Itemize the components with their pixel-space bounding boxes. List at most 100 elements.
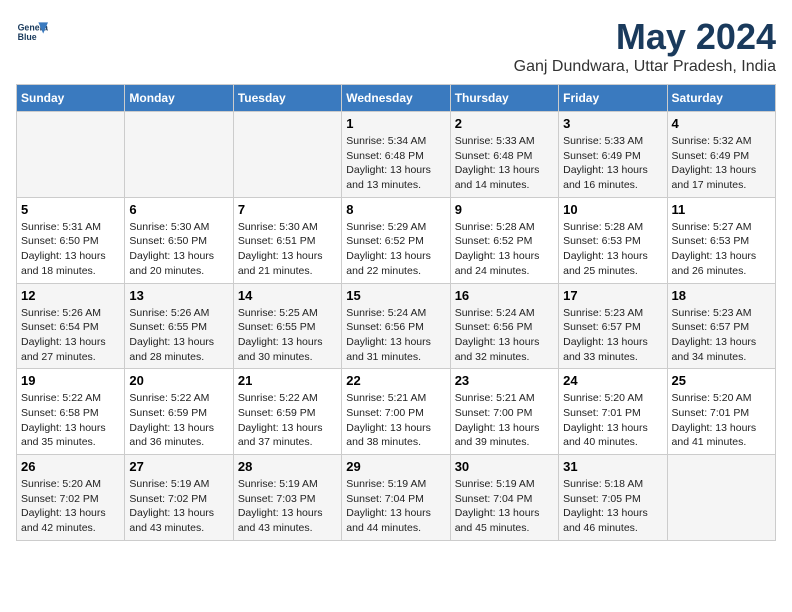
calendar-cell: 7Sunrise: 5:30 AM Sunset: 6:51 PM Daylig… xyxy=(233,197,341,283)
calendar-cell: 11 Sunrise: 5:27 AM Sunset: 6:53 PM Dayli… xyxy=(667,197,775,283)
calendar-week-3: 12 Sunrise: 5:26 AM Sunset: 6:54 PM Dayli… xyxy=(17,283,776,369)
calendar-cell: 25 Sunrise: 5:20 AM Sunset: 7:01 PM Dayli… xyxy=(667,369,775,455)
day-info: Sunrise: 5:23 AM Sunset: 6:57 PM Dayligh… xyxy=(563,306,662,365)
calendar-cell: 10 Sunrise: 5:28 AM Sunset: 6:53 PM Dayli… xyxy=(559,197,667,283)
calendar-cell: 6Sunrise: 5:30 AM Sunset: 6:50 PM Daylig… xyxy=(125,197,233,283)
day-info: Sunrise: 5:21 AM Sunset: 7:00 PM Dayligh… xyxy=(455,391,554,450)
weekday-header-friday: Friday xyxy=(559,85,667,112)
day-info: Sunrise: 5:19 AM Sunset: 7:02 PM Dayligh… xyxy=(129,477,228,536)
day-number: 14 xyxy=(238,288,337,303)
calendar-week-1: 1Sunrise: 5:34 AM Sunset: 6:48 PM Daylig… xyxy=(17,112,776,198)
calendar-cell: 20Sunrise: 5:22 AM Sunset: 6:59 PM Dayli… xyxy=(125,369,233,455)
calendar-cell: 18 Sunrise: 5:23 AM Sunset: 6:57 PM Dayli… xyxy=(667,283,775,369)
day-info: Sunrise: 5:33 AM Sunset: 6:48 PM Dayligh… xyxy=(455,134,554,193)
day-number: 26 xyxy=(21,459,120,474)
day-info: Sunrise: 5:33 AM Sunset: 6:49 PM Dayligh… xyxy=(563,134,662,193)
day-info: Sunrise: 5:19 AM Sunset: 7:04 PM Dayligh… xyxy=(346,477,445,536)
calendar-week-4: 19Sunrise: 5:22 AM Sunset: 6:58 PM Dayli… xyxy=(17,369,776,455)
calendar-cell: 21 Sunrise: 5:22 AM Sunset: 6:59 PM Dayli… xyxy=(233,369,341,455)
day-number: 13 xyxy=(129,288,228,303)
day-number: 31 xyxy=(563,459,662,474)
day-number: 11 xyxy=(672,202,771,217)
day-number: 25 xyxy=(672,373,771,388)
calendar-cell: 26 Sunrise: 5:20 AM Sunset: 7:02 PM Dayli… xyxy=(17,455,125,541)
day-info: Sunrise: 5:26 AM Sunset: 6:55 PM Dayligh… xyxy=(129,306,228,365)
day-info: Sunrise: 5:21 AM Sunset: 7:00 PM Dayligh… xyxy=(346,391,445,450)
day-number: 3 xyxy=(563,116,662,131)
calendar-cell: 8Sunrise: 5:29 AM Sunset: 6:52 PM Daylig… xyxy=(342,197,450,283)
calendar-cell: 16Sunrise: 5:24 AM Sunset: 6:56 PM Dayli… xyxy=(450,283,558,369)
calendar-cell: 12 Sunrise: 5:26 AM Sunset: 6:54 PM Dayli… xyxy=(17,283,125,369)
calendar-cell xyxy=(125,112,233,198)
day-info: Sunrise: 5:23 AM Sunset: 6:57 PM Dayligh… xyxy=(672,306,771,365)
calendar-cell: 5 Sunrise: 5:31 AM Sunset: 6:50 PM Daylig… xyxy=(17,197,125,283)
calendar-cell xyxy=(17,112,125,198)
day-number: 5 xyxy=(21,202,120,217)
day-number: 1 xyxy=(346,116,445,131)
calendar-cell: 14 Sunrise: 5:25 AM Sunset: 6:55 PM Dayli… xyxy=(233,283,341,369)
title-area: May 2024 Ganj Dundwara, Uttar Pradesh, I… xyxy=(514,16,776,76)
svg-text:Blue: Blue xyxy=(18,32,37,42)
day-number: 21 xyxy=(238,373,337,388)
day-number: 15 xyxy=(346,288,445,303)
weekday-header-tuesday: Tuesday xyxy=(233,85,341,112)
day-info: Sunrise: 5:31 AM Sunset: 6:50 PM Dayligh… xyxy=(21,220,120,279)
weekday-header-monday: Monday xyxy=(125,85,233,112)
calendar-cell: 23 Sunrise: 5:21 AM Sunset: 7:00 PM Dayli… xyxy=(450,369,558,455)
location-title: Ganj Dundwara, Uttar Pradesh, India xyxy=(514,58,776,76)
day-info: Sunrise: 5:29 AM Sunset: 6:52 PM Dayligh… xyxy=(346,220,445,279)
month-title: May 2024 xyxy=(514,16,776,58)
calendar-cell: 17 Sunrise: 5:23 AM Sunset: 6:57 PM Dayli… xyxy=(559,283,667,369)
weekday-header-sunday: Sunday xyxy=(17,85,125,112)
day-number: 18 xyxy=(672,288,771,303)
page-header: General Blue May 2024 Ganj Dundwara, Utt… xyxy=(16,16,776,76)
calendar-cell: 3 Sunrise: 5:33 AM Sunset: 6:49 PM Daylig… xyxy=(559,112,667,198)
day-info: Sunrise: 5:26 AM Sunset: 6:54 PM Dayligh… xyxy=(21,306,120,365)
calendar-cell: 30 Sunrise: 5:19 AM Sunset: 7:04 PM Dayli… xyxy=(450,455,558,541)
day-number: 29 xyxy=(346,459,445,474)
calendar-cell: 1Sunrise: 5:34 AM Sunset: 6:48 PM Daylig… xyxy=(342,112,450,198)
day-info: Sunrise: 5:22 AM Sunset: 6:58 PM Dayligh… xyxy=(21,391,120,450)
day-number: 12 xyxy=(21,288,120,303)
day-number: 4 xyxy=(672,116,771,131)
day-info: Sunrise: 5:28 AM Sunset: 6:53 PM Dayligh… xyxy=(563,220,662,279)
calendar-cell: 19Sunrise: 5:22 AM Sunset: 6:58 PM Dayli… xyxy=(17,369,125,455)
day-info: Sunrise: 5:20 AM Sunset: 7:02 PM Dayligh… xyxy=(21,477,120,536)
day-number: 27 xyxy=(129,459,228,474)
weekday-header-wednesday: Wednesday xyxy=(342,85,450,112)
calendar-cell: 4 Sunrise: 5:32 AM Sunset: 6:49 PM Daylig… xyxy=(667,112,775,198)
calendar-cell: 2Sunrise: 5:33 AM Sunset: 6:48 PM Daylig… xyxy=(450,112,558,198)
logo-icon: General Blue xyxy=(16,16,48,48)
day-number: 10 xyxy=(563,202,662,217)
day-info: Sunrise: 5:27 AM Sunset: 6:53 PM Dayligh… xyxy=(672,220,771,279)
day-number: 28 xyxy=(238,459,337,474)
day-info: Sunrise: 5:25 AM Sunset: 6:55 PM Dayligh… xyxy=(238,306,337,365)
day-number: 17 xyxy=(563,288,662,303)
calendar-week-5: 26 Sunrise: 5:20 AM Sunset: 7:02 PM Dayli… xyxy=(17,455,776,541)
calendar-cell: 24Sunrise: 5:20 AM Sunset: 7:01 PM Dayli… xyxy=(559,369,667,455)
calendar-cell: 22Sunrise: 5:21 AM Sunset: 7:00 PM Dayli… xyxy=(342,369,450,455)
day-info: Sunrise: 5:32 AM Sunset: 6:49 PM Dayligh… xyxy=(672,134,771,193)
day-info: Sunrise: 5:20 AM Sunset: 7:01 PM Dayligh… xyxy=(672,391,771,450)
day-number: 30 xyxy=(455,459,554,474)
day-info: Sunrise: 5:24 AM Sunset: 6:56 PM Dayligh… xyxy=(455,306,554,365)
weekday-header-thursday: Thursday xyxy=(450,85,558,112)
day-number: 6 xyxy=(129,202,228,217)
day-info: Sunrise: 5:22 AM Sunset: 6:59 PM Dayligh… xyxy=(238,391,337,450)
day-number: 24 xyxy=(563,373,662,388)
weekday-header-saturday: Saturday xyxy=(667,85,775,112)
calendar-cell: 29 Sunrise: 5:19 AM Sunset: 7:04 PM Dayli… xyxy=(342,455,450,541)
calendar-cell: 28 Sunrise: 5:19 AM Sunset: 7:03 PM Dayli… xyxy=(233,455,341,541)
calendar-cell: 31Sunrise: 5:18 AM Sunset: 7:05 PM Dayli… xyxy=(559,455,667,541)
day-info: Sunrise: 5:19 AM Sunset: 7:04 PM Dayligh… xyxy=(455,477,554,536)
day-number: 20 xyxy=(129,373,228,388)
calendar-cell: 15 Sunrise: 5:24 AM Sunset: 6:56 PM Dayli… xyxy=(342,283,450,369)
day-info: Sunrise: 5:24 AM Sunset: 6:56 PM Dayligh… xyxy=(346,306,445,365)
calendar-cell: 13 Sunrise: 5:26 AM Sunset: 6:55 PM Dayli… xyxy=(125,283,233,369)
day-number: 23 xyxy=(455,373,554,388)
calendar-week-2: 5 Sunrise: 5:31 AM Sunset: 6:50 PM Daylig… xyxy=(17,197,776,283)
logo: General Blue xyxy=(16,16,48,48)
day-info: Sunrise: 5:19 AM Sunset: 7:03 PM Dayligh… xyxy=(238,477,337,536)
weekday-header-row: SundayMondayTuesdayWednesdayThursdayFrid… xyxy=(17,85,776,112)
calendar-cell xyxy=(667,455,775,541)
